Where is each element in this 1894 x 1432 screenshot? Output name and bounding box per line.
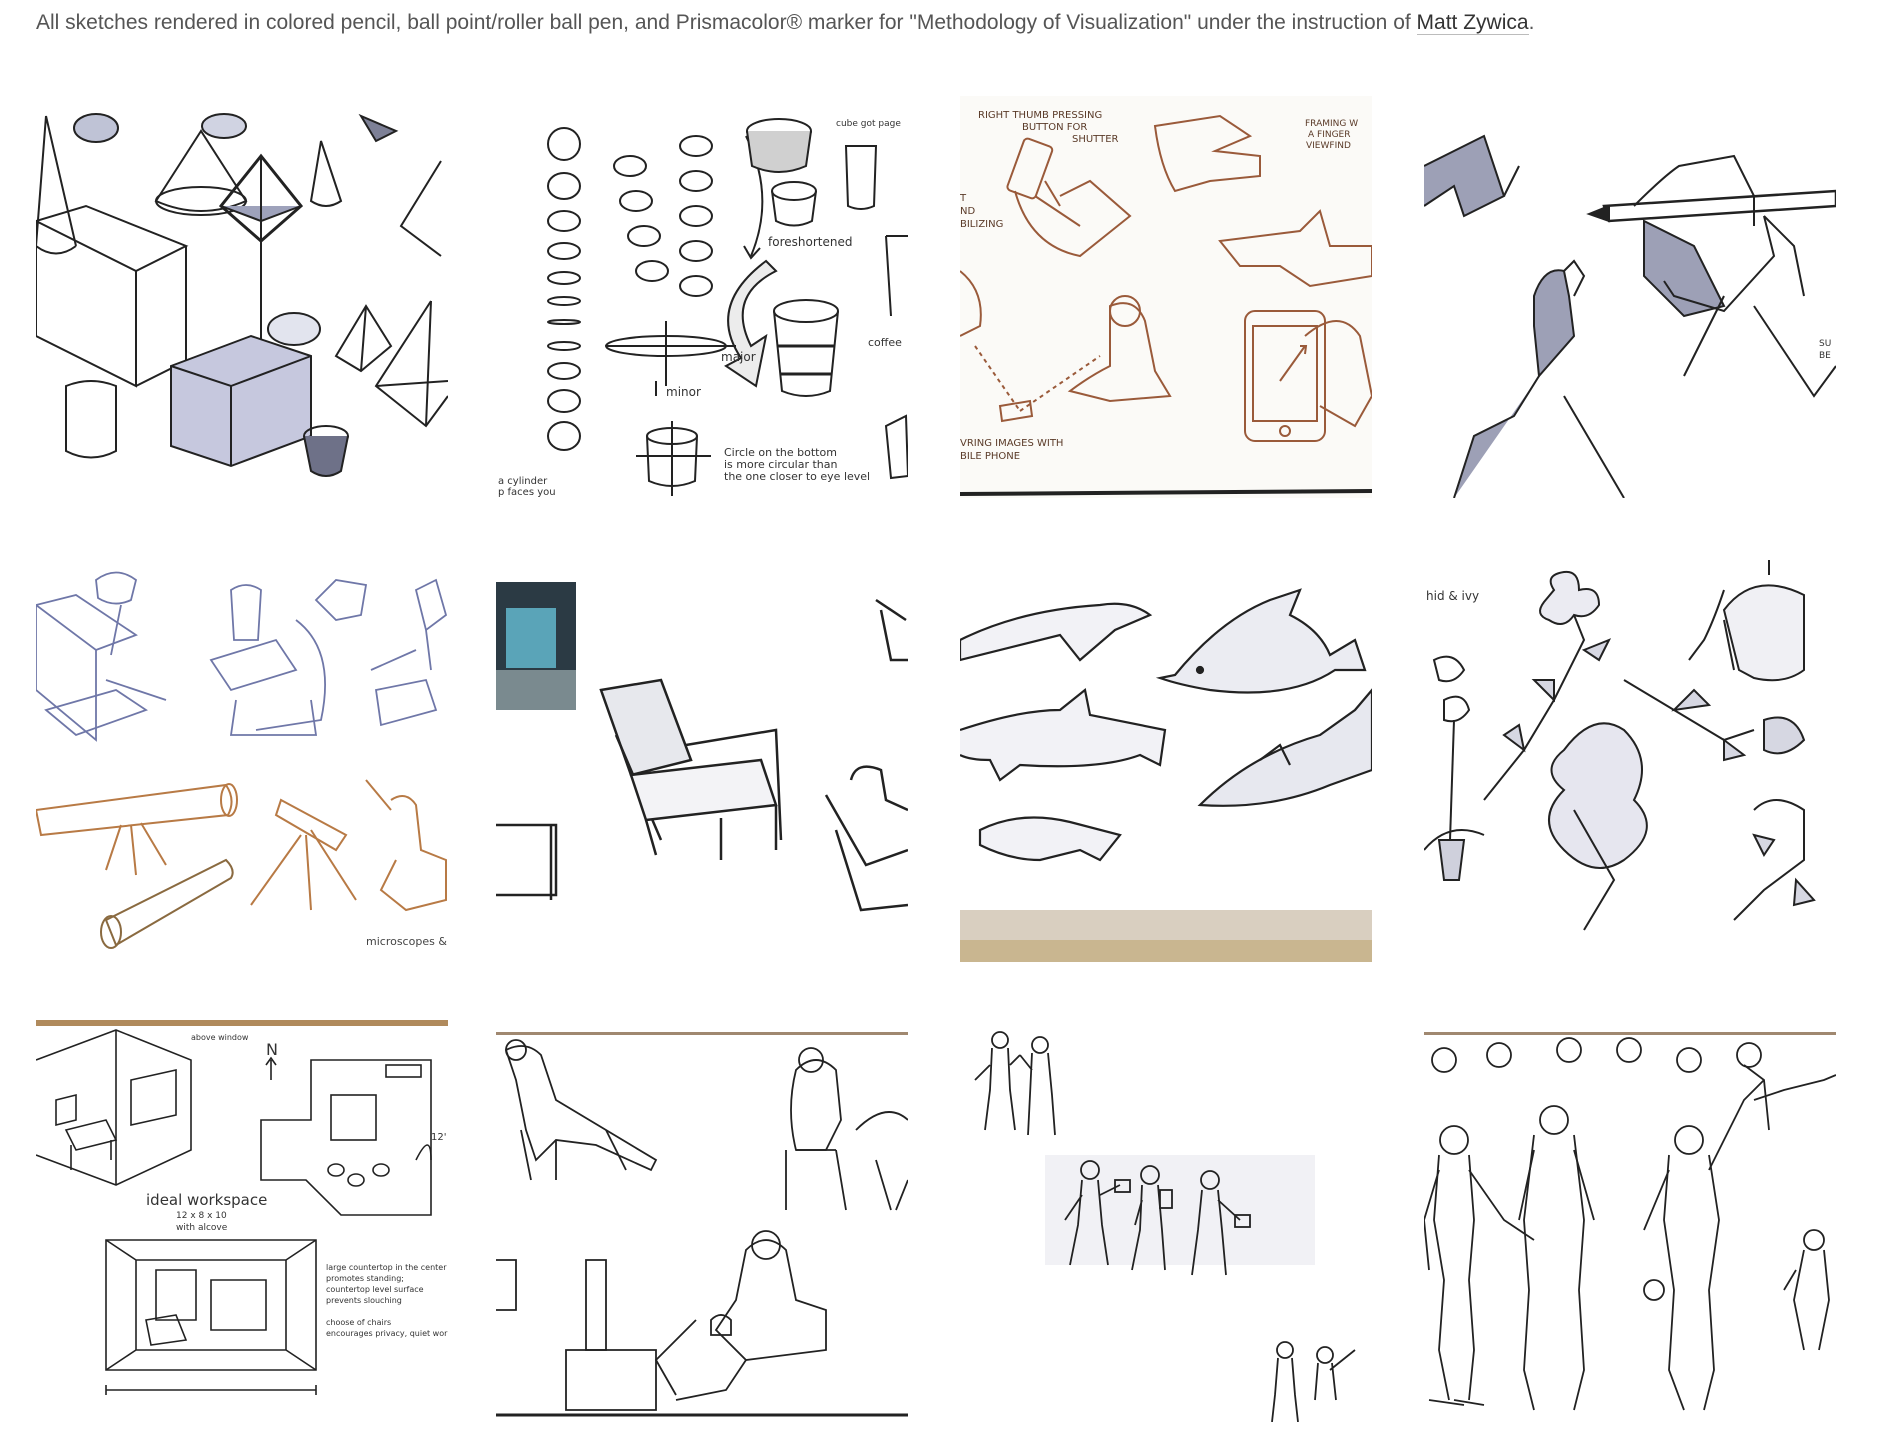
note-ideal-workspace: ideal workspace xyxy=(146,1191,267,1209)
note-su: SU xyxy=(1819,339,1831,349)
note-viewing-2: BILE PHONE xyxy=(960,451,1020,462)
figure-poses-sketch xyxy=(974,1031,1356,1422)
hands-holding-phone-sketch: RIGHT THUMB PRESSING BUTTON FOR SHUTTER … xyxy=(960,96,1372,498)
note-thumb-3: SHUTTER xyxy=(1072,134,1119,145)
note-t: T xyxy=(960,193,967,204)
note-thumb-1: RIGHT THUMB PRESSING xyxy=(978,110,1102,121)
sketch-thumb-microscopes-and-telescopes[interactable]: microscopes & tel xyxy=(36,560,448,962)
note-coffee: coffee xyxy=(868,336,902,349)
caption-suffix: . xyxy=(1528,11,1535,34)
note-framing-1: FRAMING W xyxy=(1305,119,1358,129)
caption-text: All sketches rendered in colored pencil,… xyxy=(36,11,1417,34)
note-nd: ND xyxy=(960,206,975,217)
seated-figures-sketch xyxy=(496,1032,908,1417)
sketch-thumb-armchairs[interactable] xyxy=(496,560,908,962)
note-dimensions: 12 x 8 x 10 xyxy=(176,1211,227,1221)
note-chairs-1: choose of chairs xyxy=(326,1318,391,1327)
note-orchid-ivy: hid & ivy xyxy=(1426,589,1479,603)
sketch-thumb-seated-figures[interactable] xyxy=(496,1020,908,1422)
note-12ft: 12' xyxy=(431,1132,446,1143)
armchairs-sketch xyxy=(496,582,908,912)
instructor-link[interactable]: Matt Zywica xyxy=(1416,11,1529,35)
note-countertop-3: countertop level surface xyxy=(326,1285,424,1294)
robot-figures-sketch xyxy=(1424,1032,1836,1411)
note-minor: minor xyxy=(666,385,701,399)
ideal-workspace-sketch: above window N 12' ideal workspace 12 x … xyxy=(36,1020,448,1395)
note-cylinder-1: a cylinder xyxy=(498,476,548,487)
microscopes-and-telescopes-sketch: microscopes & tel xyxy=(36,571,448,949)
note-countertop-1: large countertop in the center xyxy=(326,1263,447,1272)
dolphins-sketch xyxy=(960,588,1372,962)
ellipses-and-cups-sketch: cube got page foreshortened coffee major… xyxy=(498,118,908,498)
sketch-thumb-geometric-forms[interactable] xyxy=(36,96,448,498)
sketch-thumb-robot-figures[interactable] xyxy=(1424,1020,1836,1422)
sketch-thumb-dolphins[interactable] xyxy=(960,560,1372,962)
note-countertop-2: promotes standing; xyxy=(326,1274,404,1283)
note-circle-3: the one closer to eye level xyxy=(724,470,870,483)
sketch-thumb-hands-holding-phone[interactable]: RIGHT THUMB PRESSING BUTTON FOR SHUTTER … xyxy=(960,96,1372,498)
note-cylinder-2: p faces you xyxy=(498,487,556,498)
sketch-thumb-hand-holding-pen[interactable]: SU BE xyxy=(1424,96,1836,498)
note-framing-2: A FINGER xyxy=(1308,130,1351,140)
note-cube: cube got page xyxy=(836,119,901,129)
note-north: N xyxy=(266,1040,278,1059)
note-major: major xyxy=(721,350,756,364)
note-bilizing: BILIZING xyxy=(960,219,1003,230)
note-microscopes: microscopes & tel xyxy=(366,935,448,948)
note-foreshortened: foreshortened xyxy=(768,235,852,249)
note-viewing-1: VRING IMAGES WITH xyxy=(960,438,1063,449)
note-thumb-2: BUTTON FOR xyxy=(1022,122,1087,133)
sketch-thumb-ideal-workspace[interactable]: above window N 12' ideal workspace 12 x … xyxy=(36,1020,448,1422)
note-chairs-2: encourages privacy, quiet work xyxy=(326,1329,448,1338)
note-alcove: above window xyxy=(191,1033,249,1042)
hand-holding-pen-sketch: SU BE xyxy=(1424,134,1836,498)
note-framing-3: VIEWFIND xyxy=(1306,141,1351,151)
sketch-thumb-orchid-and-ivy[interactable]: hid & ivy xyxy=(1424,560,1836,962)
geometric-forms-sketch xyxy=(36,113,448,477)
sketch-thumb-figure-poses[interactable] xyxy=(960,1020,1372,1422)
note-countertop-4: prevents slouching xyxy=(326,1296,402,1305)
note-be: BE xyxy=(1819,351,1831,361)
note-with-alcove: with alcove xyxy=(176,1223,228,1233)
sketch-thumb-ellipses-and-cups[interactable]: cube got page foreshortened coffee major… xyxy=(496,96,908,498)
page-caption: All sketches rendered in colored pencil,… xyxy=(36,8,1856,38)
orchid-and-ivy-sketch: hid & ivy xyxy=(1424,560,1816,931)
